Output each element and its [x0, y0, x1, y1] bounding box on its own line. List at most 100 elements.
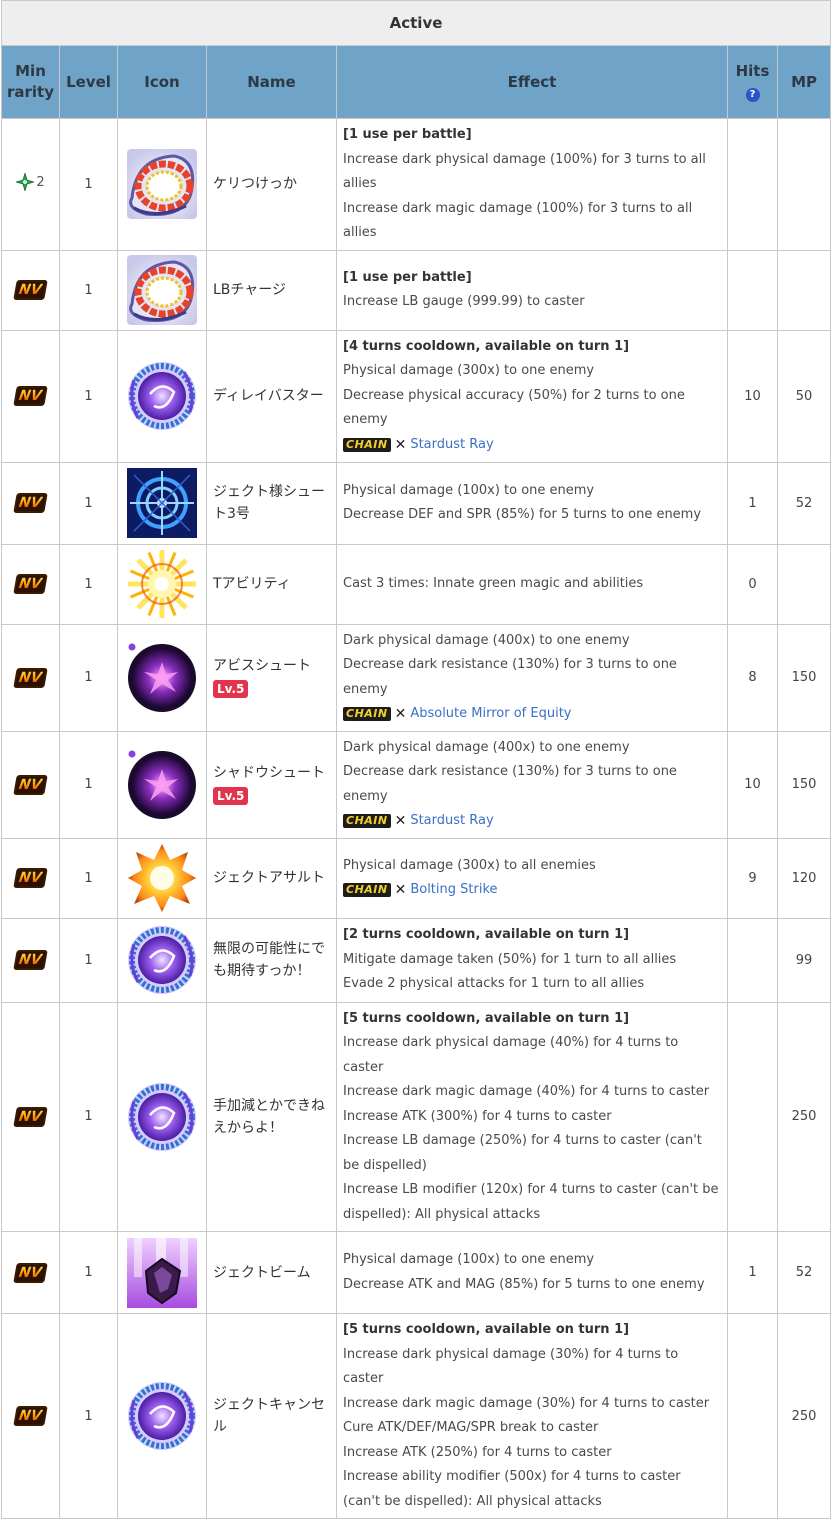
hits-cell: 0 — [727, 543, 778, 625]
ability-row: NV 1 手加減とかできねえからよ！ [5 turns cooldown, avai… — [1, 1001, 831, 1232]
col-hits-label: Hits — [735, 62, 770, 80]
chain-link[interactable]: Absolute Mirror of Equity — [410, 702, 571, 727]
nv-rarity-icon: NV — [13, 386, 48, 406]
swirl-red-icon — [126, 254, 198, 326]
icon-cell — [117, 461, 207, 545]
col-name[interactable]: Name — [206, 45, 337, 119]
effect-cell: [5 turns cooldown, available on turn 1] I… — [336, 1001, 728, 1232]
ability-row: NV 1 ジェクト様シュート3号 Physical damage (100x) to… — [1, 461, 831, 545]
chain-cross-icon: ✕ — [394, 706, 407, 722]
ability-name[interactable]: ジェクトアサルト — [213, 867, 336, 889]
icon-cell — [117, 249, 207, 331]
effect-line: Physical damage (300x) to all enemies — [343, 857, 596, 873]
level-cell: 1 — [59, 1001, 118, 1232]
swirl-purple-icon — [126, 360, 198, 432]
ability-row: NV 1 ジェクトビーム Physical damage (100x) to one… — [1, 1231, 831, 1314]
effect-line: Increase ATK (300%) for 4 turns to caste… — [343, 1108, 612, 1124]
effect-cell: Dark physical damage (400x) to one enemy… — [336, 730, 728, 839]
dark-orb-icon — [126, 642, 198, 714]
col-level[interactable]: Level — [59, 45, 118, 119]
chain-link[interactable]: Bolting Strike — [410, 878, 497, 903]
rarity-star-icon — [16, 173, 35, 192]
col-min-rarity[interactable]: Min rarity — [1, 45, 60, 119]
col-effect: Effect — [336, 45, 728, 119]
ability-row: NV 1 ジェクトキャンセル [5 turns cooldown, availabl… — [1, 1313, 831, 1519]
help-icon[interactable]: ? — [745, 88, 760, 102]
mp-cell — [776, 543, 831, 625]
ability-name[interactable]: Tアビリティ — [213, 573, 336, 595]
mp-cell: 50 — [776, 329, 831, 463]
icon-cell — [117, 1231, 207, 1314]
hits-cell: 1 — [727, 461, 778, 545]
ability-name[interactable]: 無限の可能性にでも期待すっか！ — [213, 938, 336, 982]
level-cell: 1 — [59, 1313, 118, 1519]
icon-cell — [117, 329, 207, 463]
nv-rarity-icon: NV — [13, 1262, 48, 1283]
min-rarity-cell: NV — [1, 1313, 60, 1519]
effect-cell: Dark physical damage (400x) to one enemy… — [336, 623, 728, 732]
level-cell: 1 — [59, 837, 118, 919]
level-badge: Lv.5 — [213, 680, 249, 698]
ability-row: NV 1 LBチャージ [1 use per battle] Increase LB … — [1, 249, 831, 331]
name-cell: アビスシュート Lv.5 — [206, 623, 337, 732]
mp-cell — [776, 249, 831, 331]
hits-cell: 8 — [727, 623, 778, 732]
ability-name[interactable]: アビスシュート — [213, 655, 336, 677]
hits-cell: 9 — [727, 837, 778, 919]
table-body: 21 ケリつけっか [1 use per battle] Increase dark… — [1, 118, 831, 1519]
effect-cell: [1 use per battle] Increase dark physical… — [336, 118, 728, 251]
ability-name[interactable]: ジェクトキャンセル — [213, 1394, 336, 1438]
name-cell: 無限の可能性にでも期待すっか！ — [206, 917, 337, 1003]
level-cell: 1 — [59, 917, 118, 1003]
nv-rarity-icon: NV — [13, 1406, 48, 1426]
chain-info: CHAIN ✕ Absolute Mirror of Equity — [343, 702, 721, 727]
min-rarity-cell: NV — [1, 461, 60, 545]
dark-orb-icon — [126, 749, 198, 821]
chain-link[interactable]: Stardust Ray — [410, 433, 493, 458]
icon-cell — [117, 730, 207, 839]
col-mp[interactable]: MP — [776, 45, 831, 119]
effect-line: Evade 2 physical attacks for 1 turn to a… — [343, 976, 645, 992]
table-title: Active — [0, 0, 831, 46]
ability-name[interactable]: ケリつけっか — [213, 173, 336, 195]
name-cell: シャドウシュート Lv.5 — [206, 730, 337, 839]
effect-line: Increase dark physical damage (40%) for … — [343, 1035, 679, 1075]
chain-link[interactable]: Stardust Ray — [410, 809, 493, 834]
icon-cell — [117, 1313, 207, 1519]
nv-rarity-icon: NV — [13, 774, 48, 795]
ability-name[interactable]: ジェクトビーム — [213, 1262, 336, 1284]
effect-cell: Cast 3 times: Innate green magic and abi… — [336, 543, 728, 625]
hits-cell: 10 — [727, 730, 778, 839]
effect-line: Physical damage (100x) to one enemy — [343, 482, 595, 498]
hits-cell — [727, 1313, 778, 1519]
mp-cell: 150 — [776, 623, 831, 732]
swirl-purple-icon — [126, 1380, 198, 1452]
ability-name[interactable]: ジェクト様シュート3号 — [213, 481, 336, 525]
col-hits[interactable]: Hits ? — [727, 45, 778, 119]
name-cell: ジェクト様シュート3号 — [206, 461, 337, 545]
effect-cell: [4 turns cooldown, available on turn 1] P… — [336, 329, 728, 463]
swirl-purple-icon — [126, 924, 198, 996]
effect-line: Increase ATK (250%) for 4 turns to caste… — [343, 1444, 612, 1460]
effect-condition: [1 use per battle] — [343, 269, 472, 285]
effect-cell: [1 use per battle] Increase LB gauge (999… — [336, 249, 728, 331]
ability-name[interactable]: シャドウシュート — [213, 762, 336, 784]
level-cell: 1 — [59, 623, 118, 732]
nv-rarity-icon: NV — [13, 868, 48, 888]
ability-name[interactable]: LBチャージ — [213, 279, 336, 301]
level-cell: 1 — [59, 461, 118, 545]
icon-cell — [117, 118, 207, 251]
effect-cell: [2 turns cooldown, available on turn 1] M… — [336, 917, 728, 1003]
mp-cell: 52 — [776, 1231, 831, 1314]
nv-rarity-icon: NV — [13, 667, 48, 688]
mp-cell: 52 — [776, 461, 831, 545]
chain-info: CHAIN ✕ Bolting Strike — [343, 878, 721, 903]
effect-line: Decrease dark resistance (130%) for 3 tu… — [343, 657, 677, 697]
ability-name[interactable]: 手加減とかできねえからよ！ — [213, 1095, 336, 1139]
icon-cell — [117, 837, 207, 919]
ability-name[interactable]: ディレイバスター — [213, 385, 336, 407]
chain-info: CHAIN ✕ Stardust Ray — [343, 809, 721, 834]
effect-line: Decrease ATK and MAG (85%) for 5 turns t… — [343, 1276, 705, 1292]
name-cell: ケリつけっか — [206, 118, 337, 251]
min-rarity-cell: NV — [1, 1001, 60, 1232]
